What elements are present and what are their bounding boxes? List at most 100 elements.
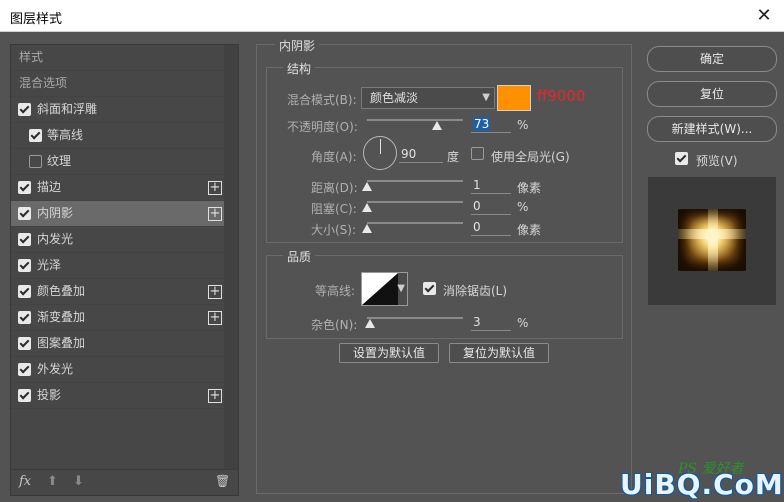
add-style-icon[interactable]: + [208,181,222,195]
opacity-unit: % [517,118,529,132]
choke-input[interactable]: 0 [471,198,511,215]
styles-list-label: 渐变叠加 [37,310,86,324]
watermark: PS 爱好者 UiBQ.CoM [600,458,784,502]
contour-label: 等高线: [315,284,356,298]
style-checkbox[interactable] [18,181,31,194]
styles-list-label: 颜色叠加 [37,284,86,298]
choke-slider-track[interactable] [367,201,463,203]
size-slider-track[interactable] [367,222,463,224]
inner-shadow-title: 内阴影 [275,37,320,54]
anti-alias-label: 消除锯齿(L) [443,284,508,298]
blend-mode-value: 颜色减淡 [370,91,419,105]
styles-list-item[interactable]: 样式 [11,45,224,71]
styles-list-item[interactable]: 渐变叠加 + [11,305,224,331]
make-default-button[interactable]: 设置为默认值 [339,343,439,363]
size-input[interactable]: 0 [471,219,511,236]
opacity-slider-track[interactable] [367,119,463,121]
styles-list-item[interactable]: 描边 + [11,175,224,201]
styles-list-label: 光泽 [37,258,62,272]
style-checkbox[interactable] [18,389,31,402]
styles-list-label: 等高线 [47,128,84,142]
add-style-icon[interactable]: + [208,311,222,325]
distance-slider-track[interactable] [367,180,463,182]
contour-thumbnail [362,273,398,305]
quality-title: 品质 [283,248,316,265]
watermark-brand-text: UiBQ.CoM [620,468,784,501]
ok-button[interactable]: 确定 [647,46,777,72]
styles-list: 样式 混合选项 斜面和浮雕 等高线 纹理 描边 + 内阴影 + 内发光 光泽 颜色叠加 + 渐变叠加 + 图案… [11,45,224,409]
color-hex-label: ff9000 [537,87,586,105]
styles-list-label: 斜面和浮雕 [37,102,98,116]
new-style-button[interactable]: 新建样式(W)... [647,116,777,142]
style-checkbox[interactable] [18,363,31,376]
noise-input[interactable]: 3 [471,314,511,331]
global-light-checkbox[interactable] [471,147,484,160]
reset-default-button[interactable]: 复位为默认值 [449,343,549,363]
styles-list-item[interactable]: 斜面和浮雕 [11,97,224,123]
styles-list-item[interactable]: 光泽 [11,253,224,279]
styles-list-item[interactable]: 内发光 [11,227,224,253]
style-checkbox[interactable] [18,103,31,116]
style-checkbox[interactable] [29,129,42,142]
add-style-icon[interactable]: + [208,207,222,221]
size-slider-handle[interactable] [362,224,372,233]
chevron-down-icon: ▼ [397,283,405,294]
global-light-label: 使用全局光(G) [491,150,570,164]
distance-slider-handle[interactable] [362,182,372,191]
trash-icon[interactable]: 🗑 [215,474,230,488]
styles-list-label: 纹理 [47,154,72,168]
title-bar: 图层样式 ✕ [0,0,784,32]
styles-list-item[interactable]: 图案叠加 [11,331,224,357]
styles-scrollbar[interactable] [224,45,238,469]
opacity-slider-handle[interactable] [432,121,443,130]
style-checkbox[interactable] [18,259,31,272]
fx-icon[interactable]: fx [19,474,31,489]
move-down-icon[interactable]: ⬇ [73,474,84,489]
angle-unit: 度 [447,150,460,164]
reset-button[interactable]: 复位 [647,81,777,107]
close-icon[interactable]: ✕ [752,4,776,28]
styles-list-label: 外发光 [37,362,74,376]
preview-checkbox[interactable] [675,152,688,165]
anti-alias-checkbox[interactable] [423,282,436,295]
preview-label: 预览(V) [696,154,738,168]
styles-list-label: 样式 [19,50,44,64]
opacity-value: 73 [473,117,491,131]
size-unit: 像素 [517,223,542,237]
noise-label: 杂色(N): [311,318,358,332]
styles-list-item[interactable]: 颜色叠加 + [11,279,224,305]
distance-input[interactable]: 1 [471,177,511,194]
shadow-color-swatch[interactable] [497,85,531,111]
noise-slider-handle[interactable] [365,319,375,328]
styles-list-item[interactable]: 外发光 [11,357,224,383]
styles-list-item[interactable]: 内阴影 + [11,201,224,227]
blend-mode-select[interactable]: 颜色减淡 ▼ [361,87,495,109]
contour-picker[interactable]: ▼ [361,272,408,306]
style-checkbox[interactable] [18,311,31,324]
styles-list-label: 描边 [37,180,62,194]
style-checkbox[interactable] [18,207,31,220]
structure-title: 结构 [283,60,316,77]
styles-list-item[interactable]: 投影 + [11,383,224,409]
style-checkbox[interactable] [29,155,42,168]
noise-slider-track[interactable] [367,317,463,319]
size-label: 大小(S): [311,223,357,237]
style-checkbox[interactable] [18,285,31,298]
styles-list-label: 图案叠加 [37,336,86,350]
distance-label: 距离(D): [311,181,358,195]
structure-group: 结构 混合模式(B): 颜色减淡 ▼ ff9000 不透明度(O): 73 % … [266,60,623,243]
choke-slider-handle[interactable] [362,203,372,212]
styles-list-item[interactable]: 纹理 [11,149,224,175]
add-style-icon[interactable]: + [208,389,222,403]
style-checkbox[interactable] [18,233,31,246]
style-checkbox[interactable] [18,337,31,350]
angle-input[interactable]: 90 [399,146,443,163]
styles-list-item[interactable]: 混合选项 [11,71,224,97]
styles-list-item[interactable]: 等高线 [11,123,224,149]
blend-mode-label: 混合模式(B): [287,93,357,107]
noise-unit: % [517,316,529,330]
add-style-icon[interactable]: + [208,285,222,299]
move-up-icon[interactable]: ⬆ [47,474,58,489]
opacity-input[interactable]: 73 [471,116,511,133]
angle-dial[interactable] [363,136,397,170]
